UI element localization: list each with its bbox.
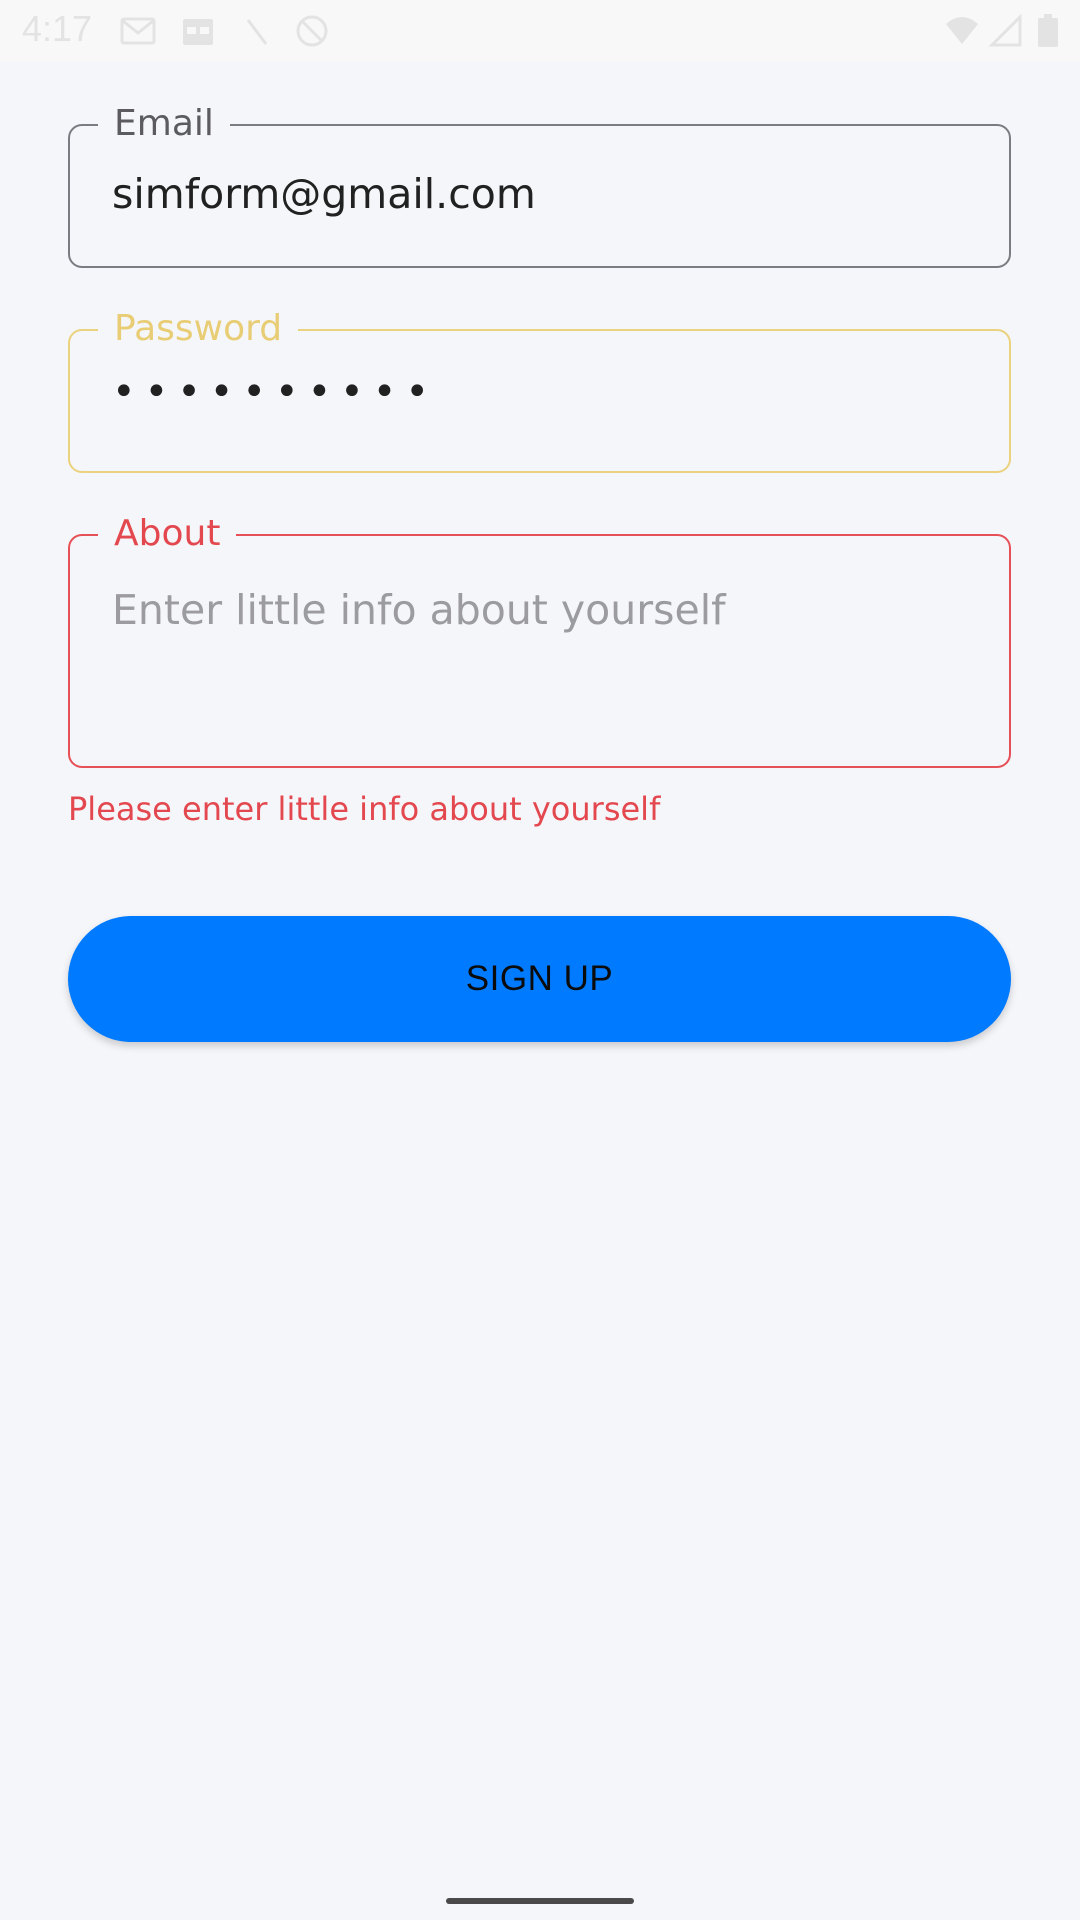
email-field[interactable]: Email simform@gmail.com: [68, 100, 1011, 268]
password-field[interactable]: Password ••••••••••: [68, 305, 1011, 473]
about-error-text: Please enter little info about yourself: [68, 790, 661, 828]
home-indicator[interactable]: [446, 1898, 634, 1904]
password-value: ••••••••••: [112, 369, 438, 415]
calendar-icon: [180, 14, 216, 48]
about-label: About: [98, 510, 237, 558]
email-label: Email: [98, 100, 230, 148]
sign-up-button[interactable]: SIGN UP: [68, 916, 1011, 1042]
status-time: 4:17: [22, 8, 93, 49]
do-not-disturb-icon: [294, 14, 330, 48]
gmail-icon: [120, 14, 156, 48]
cellular-icon: [988, 13, 1024, 48]
email-value: simform@gmail.com: [112, 170, 536, 218]
wifi-icon: [944, 14, 980, 48]
password-label: Password: [98, 305, 299, 353]
about-placeholder: Enter little info about yourself: [112, 586, 726, 634]
signal-slash-icon: [240, 14, 276, 48]
status-bar: 4:17: [0, 0, 1080, 62]
battery-icon: [1036, 14, 1060, 48]
about-field[interactable]: About Enter little info about yourself: [68, 510, 1011, 768]
